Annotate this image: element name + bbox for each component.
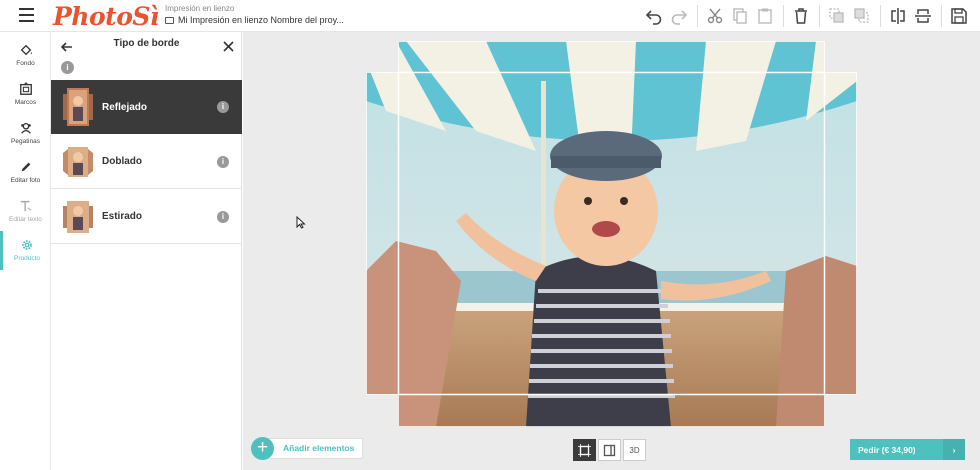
folder-icon	[165, 16, 174, 24]
add-elements-label: Añadir elementos	[268, 438, 364, 459]
send-back-icon[interactable]	[826, 5, 848, 27]
info-icon[interactable]: i	[217, 210, 229, 223]
top-bar: PhotoSì Impresión en lienzo Mi Impresión…	[0, 0, 980, 32]
panel-title: Tipo de borde	[113, 38, 180, 49]
view-side-button[interactable]	[598, 439, 621, 461]
toolbar-divider	[879, 5, 881, 27]
sticker-icon	[20, 122, 31, 134]
breadcrumb-product[interactable]: Impresión en lienzo	[165, 4, 234, 13]
canvas-view-icon	[578, 443, 591, 457]
copy-icon[interactable]	[729, 5, 751, 27]
toolbar-divider	[782, 5, 784, 27]
save-icon[interactable]	[948, 5, 970, 27]
undo-icon[interactable]	[643, 5, 665, 27]
breadcrumb-project[interactable]: Mi Impresión en lienzo Nombre del proy..…	[165, 15, 344, 25]
info-icon[interactable]: i	[217, 155, 229, 168]
text-icon	[20, 200, 32, 212]
view-3d-button[interactable]: 3D	[623, 439, 646, 461]
doblado-thumbnail	[63, 143, 93, 181]
nav-item-pegatinas[interactable]: Pegatinas	[0, 114, 51, 153]
order-button[interactable]: Pedir (€ 34,90) ›	[850, 439, 965, 460]
option-reflejado[interactable]: Reflejado i	[51, 80, 242, 134]
info-icon[interactable]: i	[61, 61, 74, 74]
fill-bucket-icon	[20, 44, 32, 56]
estirado-thumbnail	[63, 198, 93, 236]
flip-vertical-icon[interactable]	[912, 5, 934, 27]
border-type-panel: Tipo de borde i Reflejado i Doblado i Es…	[51, 32, 242, 470]
nav-item-editar-foto[interactable]: Editar foto	[0, 153, 51, 192]
close-icon[interactable]	[223, 41, 234, 52]
info-icon[interactable]: i	[217, 101, 229, 113]
side-view-icon	[603, 444, 616, 456]
cut-icon[interactable]	[704, 5, 726, 27]
bring-front-icon[interactable]	[851, 5, 873, 27]
paste-icon[interactable]	[754, 5, 776, 27]
nav-item-marcos[interactable]: Marcos	[0, 75, 51, 114]
reflejado-thumbnail	[63, 88, 93, 126]
chevron-right-icon: ›	[943, 439, 965, 460]
flip-horizontal-icon[interactable]	[887, 5, 909, 27]
logo[interactable]: PhotoSì	[53, 2, 159, 31]
toolbar-divider	[818, 5, 820, 27]
project-name: Mi Impresión en lienzo Nombre del proy..…	[178, 15, 344, 25]
nav-item-producto[interactable]: Producto	[0, 231, 51, 270]
gear-icon	[22, 240, 32, 250]
pencil-icon	[21, 162, 30, 172]
redo-icon[interactable]	[668, 5, 690, 27]
nav-item-fondo[interactable]: Fondo	[0, 36, 51, 75]
toolbar-divider	[696, 5, 698, 27]
order-label: Pedir (€ 34,90)	[858, 444, 916, 455]
mouse-cursor-icon	[296, 216, 306, 229]
toolbar-divider	[940, 5, 942, 27]
toolbar	[642, 0, 980, 32]
delete-icon[interactable]	[790, 5, 812, 27]
option-doblado[interactable]: Doblado i	[51, 135, 242, 189]
option-estirado[interactable]: Estirado i	[51, 190, 242, 244]
nav-item-editar-texto[interactable]: Editar texto	[0, 192, 51, 231]
view-flat-button[interactable]	[573, 439, 596, 461]
menu-icon[interactable]	[19, 8, 34, 22]
add-elements-button[interactable]: + Añadir elementos	[251, 437, 364, 460]
left-nav: Fondo Marcos Pegatinas Editar foto Edita…	[0, 32, 51, 470]
plus-icon: +	[251, 437, 274, 460]
view-toggle: 3D	[573, 439, 646, 461]
canvas-photo[interactable]	[366, 41, 857, 427]
frame-icon	[19, 82, 32, 95]
